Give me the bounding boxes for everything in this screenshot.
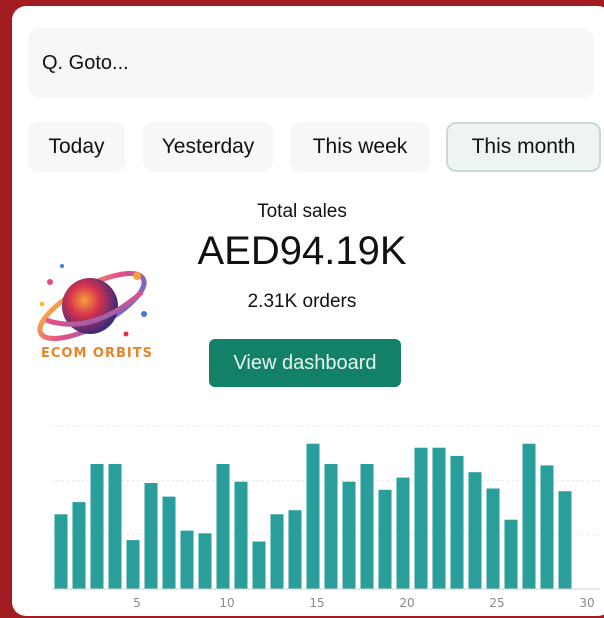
search-input[interactable]: Q. Goto... xyxy=(28,28,594,98)
tab-yesterday[interactable]: Yesterday xyxy=(143,122,273,172)
tab-today[interactable]: Today xyxy=(28,122,125,172)
bar-day-16 xyxy=(324,464,338,589)
bar-day-5 xyxy=(126,540,140,589)
sales-bar-chart: 5 10 15 20 25 30 xyxy=(52,416,604,616)
bar-day-22 xyxy=(432,447,446,589)
bar-day-10 xyxy=(216,464,230,589)
bar-day-28 xyxy=(540,465,554,589)
bar-day-24 xyxy=(468,472,482,589)
view-dashboard-button[interactable]: View dashboard xyxy=(209,339,401,387)
bar-day-9 xyxy=(198,533,212,589)
bar-day-20 xyxy=(396,477,410,589)
tab-this-month[interactable]: This month xyxy=(446,122,601,172)
bar-day-6 xyxy=(144,483,158,589)
bar-day-12 xyxy=(252,541,266,589)
bar-day-26 xyxy=(504,519,518,589)
bar-day-13 xyxy=(270,514,284,589)
total-sales-label: Total sales xyxy=(257,201,347,222)
chart-svg: 5 10 15 20 25 30 xyxy=(52,425,600,610)
bar-day-21 xyxy=(414,447,428,589)
bar-day-29 xyxy=(558,491,572,589)
tab-this-week[interactable]: This week xyxy=(290,122,430,172)
bar-day-7 xyxy=(162,496,176,589)
bar-day-25 xyxy=(486,488,500,589)
x-tick-label-20: 20 xyxy=(399,596,414,610)
x-tick-label-5: 5 xyxy=(133,596,141,610)
logo-wordmark: ECOM ORBITS xyxy=(41,346,153,361)
bar-day-3 xyxy=(90,464,104,589)
bar-day-2 xyxy=(72,502,86,589)
bar-day-14 xyxy=(288,510,302,589)
bar-day-11 xyxy=(234,481,248,589)
x-tick-label-30: 30 xyxy=(579,596,594,610)
x-tick-label-10: 10 xyxy=(219,596,234,610)
bar-day-23 xyxy=(450,455,464,589)
bar-day-18 xyxy=(360,464,374,589)
x-tick-label-15: 15 xyxy=(309,596,324,610)
planet-logo-icon xyxy=(37,264,147,341)
bar-day-4 xyxy=(108,464,122,589)
x-tick-label-25: 25 xyxy=(489,596,504,610)
bar-day-27 xyxy=(522,443,536,589)
bar-day-8 xyxy=(180,530,194,589)
quick-stats-card: Q. Goto... Today Yesterday This week Thi… xyxy=(12,6,604,616)
brand-logo: ECOM ORBITS xyxy=(32,254,162,369)
orders-count: 2.31K orders xyxy=(247,291,357,312)
bar-day-17 xyxy=(342,481,356,589)
bar-day-1 xyxy=(54,514,68,589)
total-sales-value: AED94.19K xyxy=(197,229,407,273)
bar-day-15 xyxy=(306,443,320,589)
search-placeholder: Q. Goto... xyxy=(42,51,129,74)
bar-day-19 xyxy=(378,489,392,589)
